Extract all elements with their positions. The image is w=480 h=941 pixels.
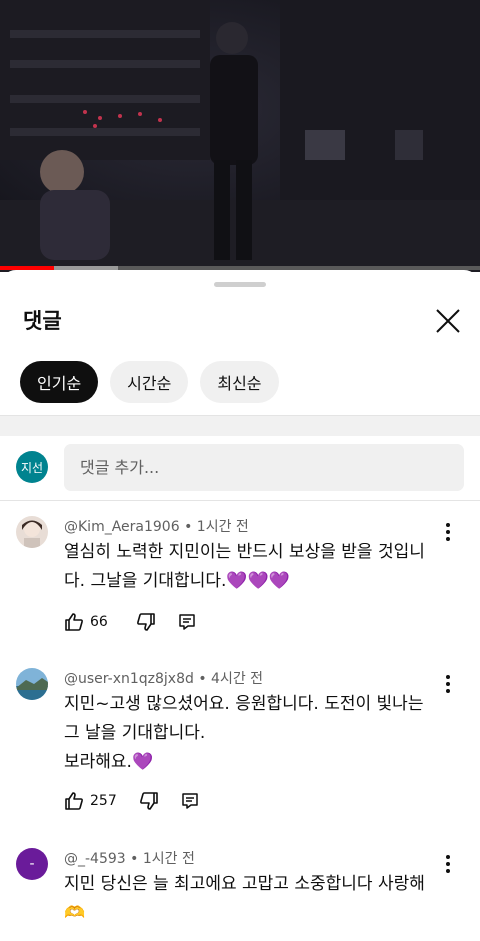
avatar[interactable]: -	[16, 848, 48, 880]
more-button[interactable]	[440, 852, 456, 876]
chip-popular[interactable]: 인기순	[20, 361, 99, 403]
avatar[interactable]	[16, 516, 48, 548]
comment-meta: @user-xn1qz8jx8d • 4시간 전	[64, 671, 264, 687]
like-button[interactable]: 66	[64, 612, 114, 632]
like-button[interactable]: 257	[64, 791, 117, 811]
close-button[interactable]	[430, 303, 466, 339]
close-icon	[436, 309, 460, 333]
chip-newest[interactable]: 최신순	[200, 361, 279, 403]
more-vert-icon	[446, 675, 450, 693]
sort-chips: 인기순 시간순 최신순	[20, 361, 279, 403]
comment-meta: @Kim_Aera1906 • 1시간 전	[64, 519, 249, 535]
comment-meta: @_-4593 • 1시간 전	[64, 851, 195, 867]
dislike-button[interactable]	[136, 612, 156, 632]
thumbs-down-icon	[137, 613, 155, 631]
more-vert-icon	[446, 855, 450, 873]
chip-time[interactable]: 시간순	[110, 361, 189, 403]
like-count: 66	[90, 614, 108, 630]
comments-sheet: 댓글 인기순 시간순 최신순 지선 @Kim_Aera1906 • 1시간 전 …	[0, 270, 480, 941]
drag-handle[interactable]	[214, 282, 266, 287]
comment-item: @user-xn1qz8jx8d • 4시간 전 지민~고생 많으셨어요. 응원…	[0, 668, 480, 818]
reply-icon	[179, 614, 195, 630]
reply-button[interactable]	[181, 792, 199, 810]
comment-time: 1시간 전	[142, 851, 195, 867]
sheet-title: 댓글	[23, 309, 62, 333]
more-vert-icon	[446, 523, 450, 541]
more-button[interactable]	[440, 520, 456, 544]
comment-time: 1시간 전	[196, 519, 249, 535]
comment-item: - @_-4593 • 1시간 전 지민 당신은 늘 최고에요 고맙고 소중합니…	[0, 848, 480, 941]
divider-line	[0, 500, 480, 501]
add-comment-input[interactable]	[64, 444, 464, 491]
comment-actions: 66	[64, 610, 218, 634]
comment-time: 4시간 전	[211, 671, 264, 687]
dislike-button[interactable]	[139, 791, 159, 811]
reply-button[interactable]	[178, 613, 196, 631]
comment-item: @Kim_Aera1906 • 1시간 전 열심히 노력한 지민이는 반드시 보…	[0, 516, 480, 636]
comment-text: 열심히 노력한 지민이는 반드시 보상을 받을 것입니다. 그날을 기대합니다.…	[64, 542, 425, 591]
avatar[interactable]	[16, 668, 48, 700]
thumbs-up-icon	[65, 792, 83, 810]
avatar-image	[16, 668, 48, 700]
my-avatar: 지선	[16, 451, 48, 483]
comment-text: 지민~고생 많으셨어요. 응원합니다. 도전이 빛나는 그 날을 기대합니다. …	[64, 694, 424, 772]
comment-actions: 257	[64, 789, 221, 813]
thumbs-up-icon	[65, 613, 83, 631]
thumbs-down-icon	[139, 792, 158, 810]
comment-author[interactable]: @_-4593	[64, 851, 126, 867]
video-frame	[0, 0, 480, 272]
comment-author[interactable]: @user-xn1qz8jx8d	[64, 671, 194, 687]
avatar-image	[16, 516, 48, 548]
more-button[interactable]	[440, 672, 456, 696]
comment-text: 지민 당신은 늘 최고에요 고맙고 소중합니다 사랑해🫶	[64, 874, 425, 923]
video-player[interactable]	[0, 0, 480, 272]
like-count: 257	[90, 793, 117, 809]
section-divider	[0, 415, 480, 436]
reply-icon	[181, 793, 198, 809]
comment-author[interactable]: @Kim_Aera1906	[64, 519, 180, 535]
add-comment-row: 지선	[0, 442, 480, 494]
